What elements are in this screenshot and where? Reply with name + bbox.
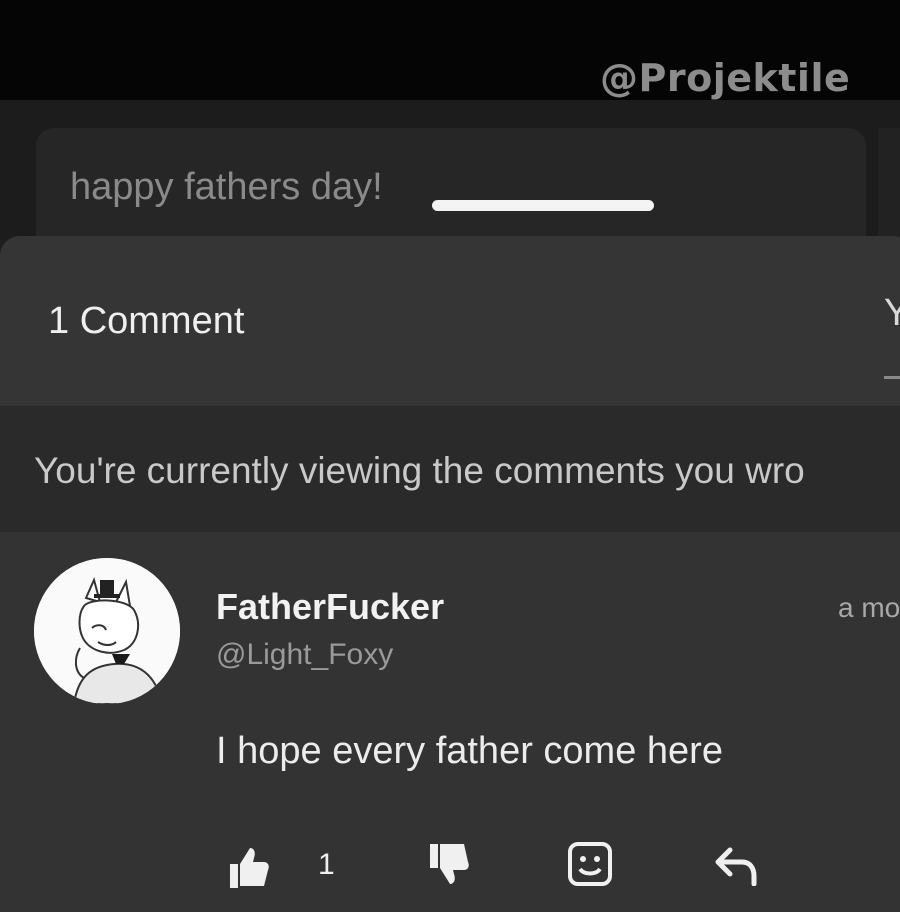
post-text: happy fathers day! <box>70 166 383 208</box>
emoji-reaction-icon[interactable] <box>566 840 614 892</box>
notice-text: You're currently viewing the comments yo… <box>34 450 805 491</box>
comment-count: 1 Comment <box>48 300 245 342</box>
avatar[interactable] <box>34 558 180 704</box>
like-count: 1 <box>318 848 335 881</box>
tab-underline <box>884 376 900 379</box>
comment-actions: 1 <box>0 840 900 900</box>
thumbs-up-icon[interactable] <box>226 844 270 892</box>
thumbs-down-icon[interactable] <box>426 844 470 892</box>
comment-item: FatherFucker @Light_Foxy a mo I hope eve… <box>0 532 900 912</box>
comments-sheet: 1 Comment Y You're currently viewing the… <box>0 236 900 912</box>
comment-username[interactable]: FatherFucker <box>216 586 444 628</box>
comment-text: I hope every father come here <box>216 730 723 772</box>
reply-icon[interactable] <box>714 846 758 890</box>
watermark: @Projektile <box>600 56 851 100</box>
next-card-edge <box>878 128 900 238</box>
swipe-handle[interactable] <box>432 200 654 211</box>
comment-handle[interactable]: @Light_Foxy <box>216 638 393 672</box>
comments-sheet-header: 1 Comment Y <box>0 236 900 406</box>
viewing-notice: You're currently viewing the comments yo… <box>0 406 900 532</box>
comment-timestamp: a mo <box>838 592 900 623</box>
avatar-image <box>34 558 180 704</box>
sort-tab[interactable]: Y <box>884 292 900 335</box>
